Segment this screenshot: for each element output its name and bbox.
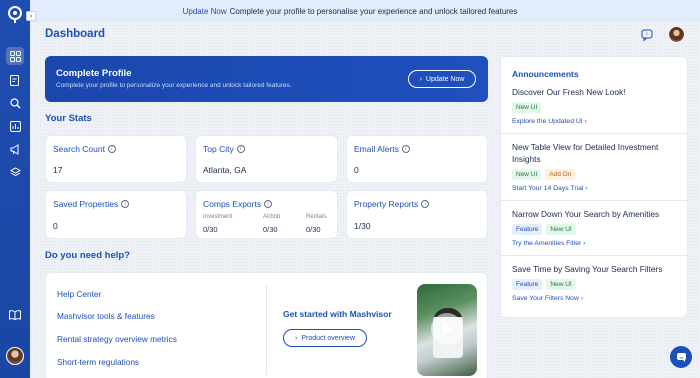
announcements-panel: Announcements Discover Our Fresh New Loo… <box>500 56 689 318</box>
megaphone-icon <box>10 143 18 155</box>
chevron-right-icon: › <box>419 75 422 83</box>
stats-section-title: Your Stats <box>45 113 92 124</box>
dashboard-icon <box>9 50 21 62</box>
stat-label: Search Count <box>53 144 105 154</box>
stat-value: 1/30 <box>354 221 371 231</box>
complete-profile-card: Complete Profile Complete your profile t… <box>45 56 488 102</box>
info-icon[interactable]: i <box>421 200 430 208</box>
stat-card-property-reports: Property Reports i 1/30 <box>346 190 488 239</box>
page-title: Dashboard <box>45 28 106 40</box>
search-icon <box>9 97 20 108</box>
stat-label: Top City <box>203 144 234 154</box>
stat-value: 17 <box>53 165 63 175</box>
banner-text: Complete your profile to personalise you… <box>229 6 518 16</box>
tag-add-on: Add On <box>545 169 576 180</box>
sidebar-item-marketing[interactable] <box>6 140 24 158</box>
sidebar-item-analytics[interactable] <box>6 117 24 135</box>
stat-card-top-city: Top City i Atlanta, GA <box>195 135 338 183</box>
user-avatar[interactable] <box>668 26 685 43</box>
tag-feature: Feature <box>512 224 543 235</box>
announcement-item: Save Time by Saving Your Search Filters … <box>512 263 682 302</box>
stat-card-email-alerts: Email Alerts i 0 <box>346 135 488 183</box>
help-link-rental-strategy[interactable]: Rental strategy overview metrics <box>57 334 177 344</box>
top-banner: Update Now Complete your profile to pers… <box>0 0 700 22</box>
layers-icon <box>9 166 21 176</box>
svg-text:!: ! <box>646 32 647 38</box>
comps-column-value: 0/30 <box>306 225 321 234</box>
banner-update-link[interactable]: Update Now <box>183 7 227 16</box>
stat-label: Saved Properties <box>53 199 119 209</box>
divider <box>501 133 689 134</box>
feedback-icon[interactable]: ! <box>641 29 653 41</box>
stat-value: 0 <box>53 221 58 231</box>
announcement-title: Narrow Down Your Search by Amenities <box>512 209 660 219</box>
sidebar-item-reports[interactable] <box>6 71 24 89</box>
announcement-link[interactable]: Try the Amenities Filter › <box>512 240 682 247</box>
stat-card-saved-properties: Saved Properties i 0 <box>45 190 187 239</box>
play-icon[interactable] <box>431 313 463 345</box>
sidebar-item-guides[interactable] <box>6 306 24 324</box>
tag-new-ui: New UI <box>512 169 542 180</box>
sidebar <box>0 0 30 378</box>
comps-column-label: Investment <box>203 214 233 220</box>
comps-column-label: Airbnb <box>263 214 281 220</box>
support-chat-button[interactable] <box>670 346 692 368</box>
profile-card-title: Complete Profile <box>56 68 132 79</box>
tag-new-ui: New UI <box>546 279 576 290</box>
update-now-button[interactable]: › Update Now <box>408 70 476 88</box>
sidebar-item-dashboard[interactable] <box>6 47 24 65</box>
divider <box>501 255 689 256</box>
stat-card-search-count: Search Count i 17 <box>45 135 187 183</box>
stat-card-comps-exports: Comps Exports i Investment Airbnb Rentals… <box>195 190 338 239</box>
announcement-item: Discover Our Fresh New Look! New UI Expl… <box>512 86 682 125</box>
logo-pin-icon[interactable] <box>7 6 23 24</box>
sidebar-avatar[interactable] <box>6 347 24 365</box>
announcement-title: Save Time by Saving Your Search Filters <box>512 264 663 274</box>
sidebar-item-layers[interactable] <box>6 163 24 181</box>
tag-new-ui: New UI <box>512 102 542 113</box>
stat-label: Email Alerts <box>354 144 399 154</box>
video-thumbnail[interactable] <box>417 284 477 376</box>
announcement-link[interactable]: Explore the Updated UI › <box>512 118 682 125</box>
chevron-right-icon: › <box>294 334 298 342</box>
comps-column-value: 0/30 <box>203 225 218 234</box>
product-overview-button[interactable]: › Product overview <box>283 329 367 347</box>
help-link-help-center[interactable]: Help Center <box>57 289 101 299</box>
sidebar-item-search[interactable] <box>6 94 24 112</box>
chat-icon <box>676 352 686 362</box>
info-icon[interactable]: i <box>121 200 130 208</box>
divider <box>501 200 689 201</box>
divider <box>266 285 267 375</box>
book-icon <box>9 310 21 320</box>
announcements-title: Announcements <box>512 69 579 79</box>
help-card: Help Center Mashvisor tools & features R… <box>45 272 488 378</box>
help-link-short-term-regulations[interactable]: Short-term regulations <box>57 357 139 367</box>
stat-value: 0 <box>354 165 359 175</box>
profile-card-subtitle: Complete your profile to personalize you… <box>56 82 292 89</box>
stat-label: Property Reports <box>354 199 419 209</box>
sidebar-collapse-button[interactable]: › <box>26 11 36 21</box>
announcement-title: New Table View for Detailed Investment I… <box>512 142 659 164</box>
reports-icon <box>10 74 19 86</box>
help-section-title: Do you need help? <box>45 250 130 261</box>
info-icon[interactable]: i <box>401 145 410 153</box>
stat-label: Comps Exports <box>203 199 262 209</box>
comps-column-label: Rentals <box>306 214 327 220</box>
stat-value: Atlanta, GA <box>203 165 247 175</box>
tag-new-ui: New UI <box>546 224 576 235</box>
announcement-item: Narrow Down Your Search by Amenities Fea… <box>512 208 682 247</box>
info-icon[interactable]: i <box>236 145 245 153</box>
get-started-heading: Get started with Mashvisor <box>283 309 392 319</box>
tag-feature: Feature <box>512 279 543 290</box>
announcement-link[interactable]: Start Your 14 Days Trial › <box>512 185 682 192</box>
announcement-title: Discover Our Fresh New Look! <box>512 87 626 97</box>
announcement-item: New Table View for Detailed Investment I… <box>512 141 682 192</box>
chevron-right-icon: › <box>29 12 33 20</box>
info-icon[interactable]: i <box>107 145 116 153</box>
analytics-icon <box>9 120 21 132</box>
comps-column-value: 0/30 <box>263 225 278 234</box>
announcement-link[interactable]: Save Your Filters Now › <box>512 295 682 302</box>
info-icon[interactable]: i <box>264 200 273 208</box>
help-link-tools-features[interactable]: Mashvisor tools & features <box>57 311 155 321</box>
